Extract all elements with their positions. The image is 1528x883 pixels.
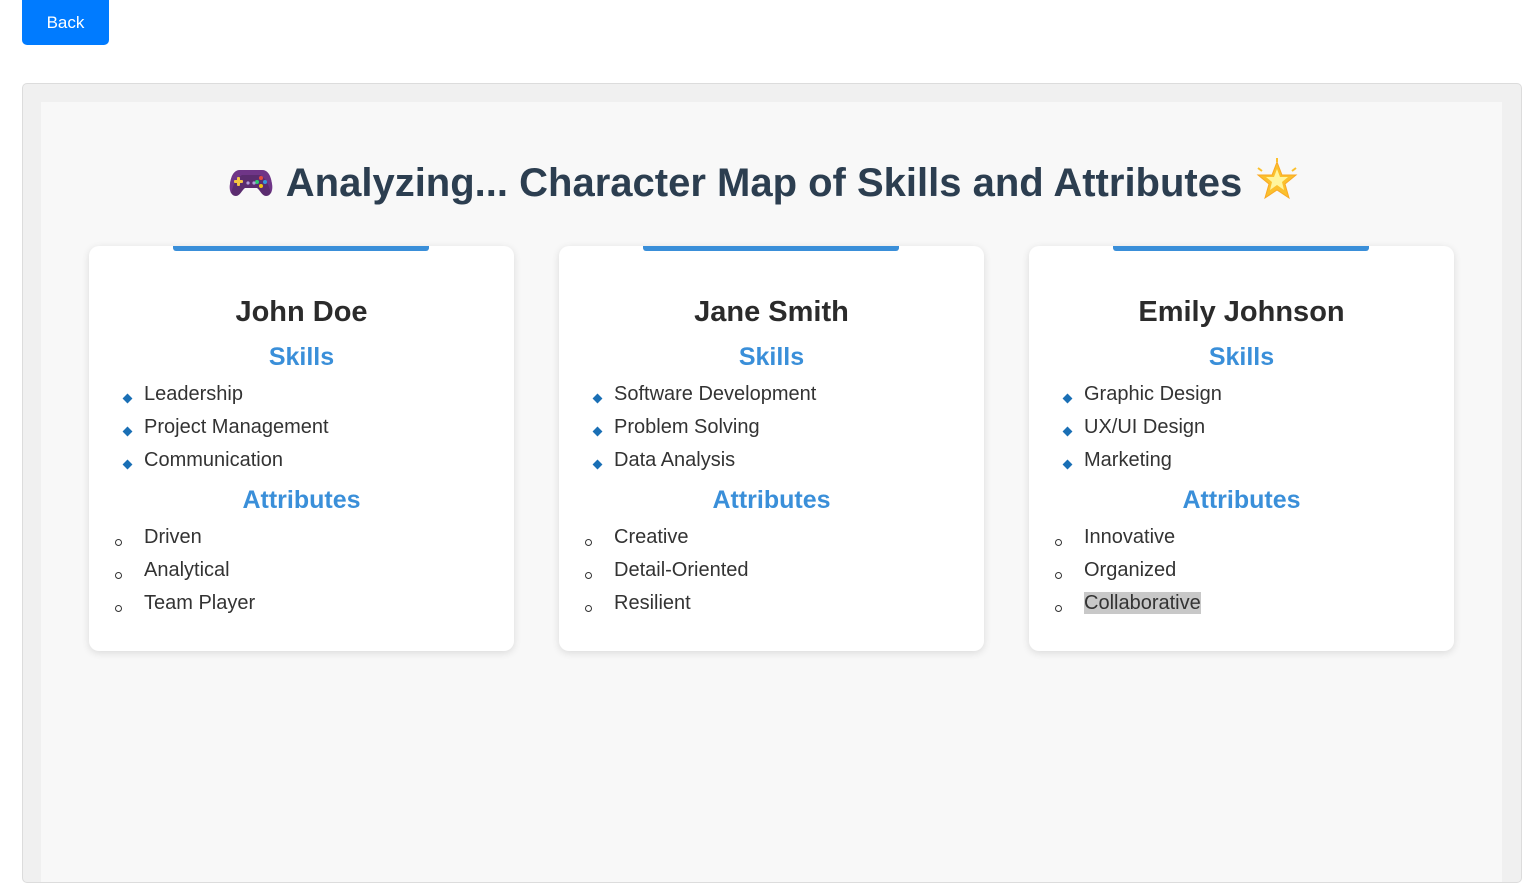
circle-bullet-icon <box>1055 539 1062 546</box>
attributes-heading: Attributes <box>712 486 831 514</box>
diamond-bullet-icon <box>1062 426 1073 437</box>
attribute-item: Innovative <box>1029 523 1454 556</box>
circle-bullet-icon <box>585 605 592 612</box>
circle-bullet-icon <box>1055 605 1062 612</box>
circle-bullet-icon <box>585 572 592 579</box>
skill-item: Marketing <box>1029 446 1454 479</box>
skills-heading: Skills <box>738 343 805 371</box>
attribute-item: Driven <box>89 523 514 556</box>
back-button[interactable]: Back <box>22 0 109 45</box>
skill-item: Problem Solving <box>559 413 984 446</box>
skills-heading: Skills <box>268 343 335 371</box>
attributes-heading: Attributes <box>1182 486 1301 514</box>
diamond-bullet-icon <box>122 426 133 437</box>
circle-bullet-icon <box>115 539 122 546</box>
attribute-item: Detail-Oriented <box>559 556 984 589</box>
circle-bullet-icon <box>585 539 592 546</box>
attribute-item: Organized <box>1029 556 1454 589</box>
attributes-list: Creative Detail-Oriented Resilient <box>559 523 984 622</box>
skill-item: Software Development <box>559 380 984 413</box>
attributes-list: Driven Analytical Team Player <box>89 523 514 622</box>
skill-item: Leadership <box>89 380 514 413</box>
attributes-heading: Attributes <box>242 486 361 514</box>
character-card-john-doe: John Doe Skills Leadership Project Manag… <box>89 246 514 651</box>
character-name: Emily Johnson <box>1138 296 1345 328</box>
skills-list: Graphic Design UX/UI Design Marketing <box>1029 380 1454 479</box>
card-accent-bar <box>173 246 429 251</box>
card-accent-bar <box>1113 246 1369 251</box>
attributes-list: Innovative Organized Collaborative <box>1029 523 1454 622</box>
character-card-jane-smith: Jane Smith Skills Software Development P… <box>559 246 984 651</box>
diamond-bullet-icon <box>1062 459 1073 470</box>
skill-item: Communication <box>89 446 514 479</box>
skill-item: Data Analysis <box>559 446 984 479</box>
circle-bullet-icon <box>115 572 122 579</box>
diamond-bullet-icon <box>592 393 603 404</box>
skill-item: Graphic Design <box>1029 380 1454 413</box>
attribute-item: Resilient <box>559 589 984 622</box>
glowing-star-icon <box>1254 158 1300 204</box>
diamond-bullet-icon <box>592 426 603 437</box>
card-accent-bar <box>643 246 899 251</box>
diamond-bullet-icon <box>592 459 603 470</box>
diamond-bullet-icon <box>122 393 133 404</box>
character-name: Jane Smith <box>694 296 849 328</box>
skills-list: Software Development Problem Solving Dat… <box>559 380 984 479</box>
attribute-item: Collaborative <box>1029 589 1454 622</box>
attribute-item: Team Player <box>89 589 514 622</box>
skills-heading: Skills <box>1208 343 1275 371</box>
diamond-bullet-icon <box>122 459 133 470</box>
character-card-emily-johnson: Emily Johnson Skills Graphic Design UX/U… <box>1029 246 1454 651</box>
circle-bullet-icon <box>115 605 122 612</box>
selected-text: Collaborative <box>1084 592 1201 614</box>
character-name: John Doe <box>235 296 368 328</box>
game-controller-icon <box>228 158 274 204</box>
attribute-item: Analytical <box>89 556 514 589</box>
diamond-bullet-icon <box>1062 393 1073 404</box>
skills-list: Leadership Project Management Communicat… <box>89 380 514 479</box>
circle-bullet-icon <box>1055 572 1062 579</box>
attribute-item: Creative <box>559 523 984 556</box>
skill-item: Project Management <box>89 413 514 446</box>
page-title: Analyzing... Character Map of Skills and… <box>0 156 1528 210</box>
skill-item: UX/UI Design <box>1029 413 1454 446</box>
